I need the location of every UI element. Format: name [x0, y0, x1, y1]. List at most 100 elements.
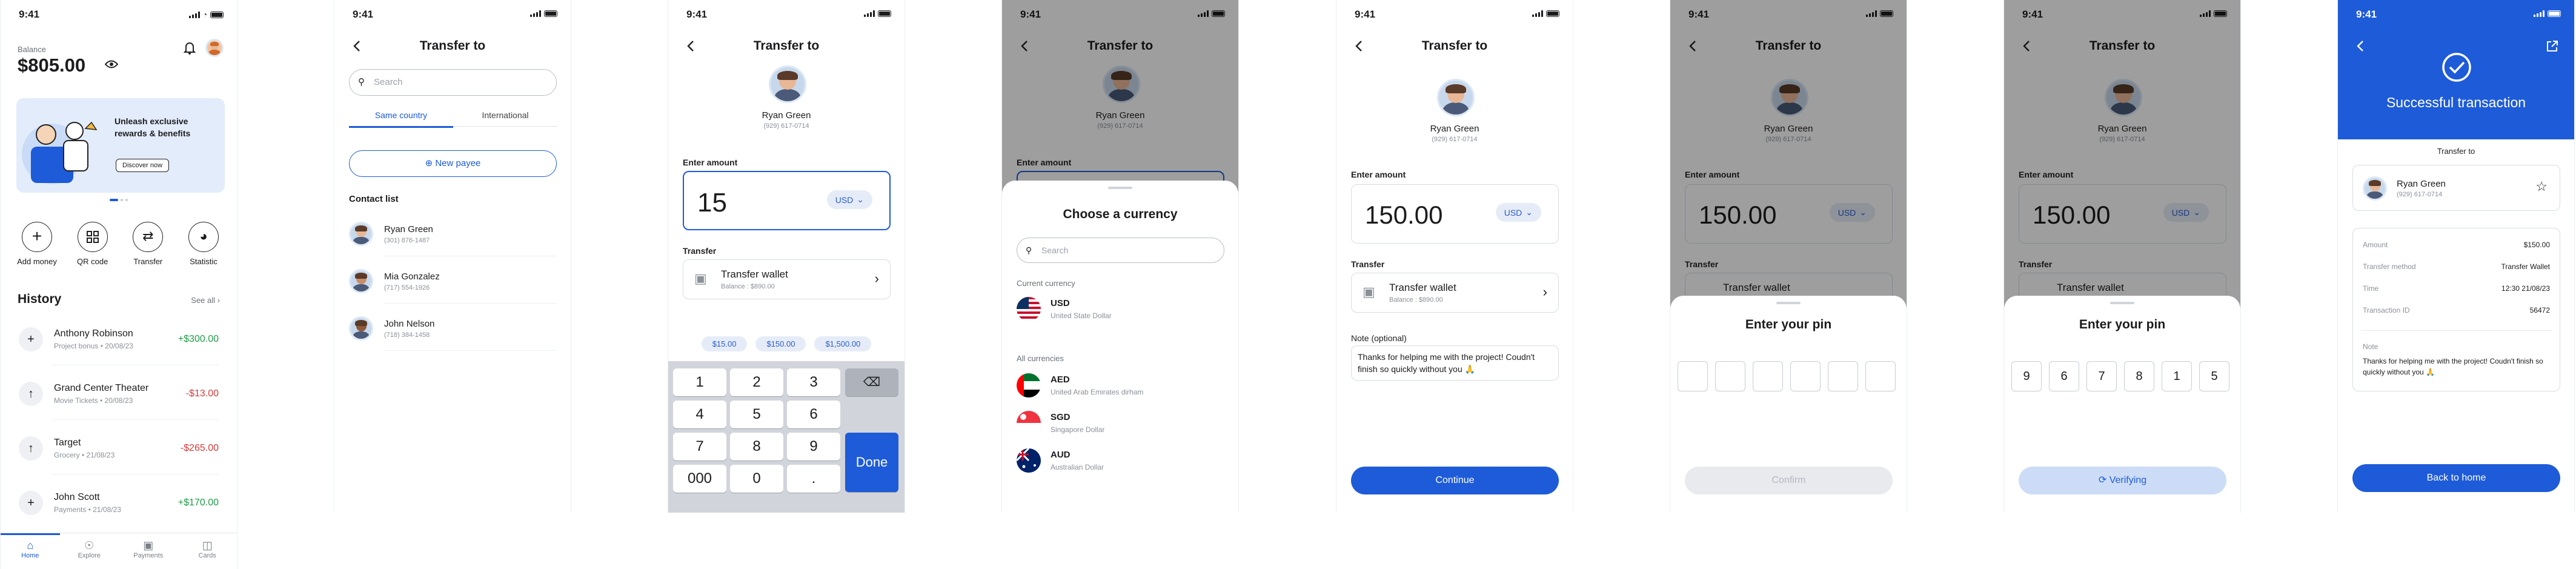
payee-avatar — [769, 65, 806, 103]
star-icon[interactable]: ☆ — [2535, 179, 2548, 195]
pin-box-5[interactable] — [1828, 361, 1858, 391]
keypad-key[interactable]: 6 — [787, 401, 840, 428]
tab-payments[interactable]: ▣ Payments — [119, 533, 178, 569]
header: Transfer to — [334, 35, 571, 57]
history-title: History — [18, 292, 62, 306]
keypad-key[interactable]: 7 — [673, 433, 726, 461]
promo-banner[interactable]: Unleash exclusive rewards & benefits Disc… — [16, 98, 225, 193]
tab-same-country[interactable]: Same country — [349, 110, 453, 128]
share-icon[interactable] — [2545, 39, 2560, 53]
currency-search-input[interactable]: ⚲ Search — [1017, 238, 1224, 263]
pin-box-1[interactable] — [1678, 361, 1708, 391]
search-input[interactable]: ⚲ Search — [349, 69, 557, 96]
keypad-key[interactable]: 9 — [787, 433, 840, 461]
payee-name: Ryan Green — [1430, 124, 1479, 134]
keypad-key[interactable]: 3 — [787, 368, 840, 396]
pin-box-3[interactable] — [1753, 361, 1783, 391]
currency-item[interactable]: SGD Singapore Dollar — [1017, 408, 1224, 436]
enter-amount-label: Enter amount — [1351, 170, 1406, 179]
back-arrow-icon[interactable] — [2354, 39, 2368, 53]
continue-button[interactable]: Continue — [1351, 467, 1559, 494]
keypad-key[interactable]: 8 — [730, 433, 783, 461]
currency-item[interactable]: AUD Australian Dollar — [1017, 446, 1224, 474]
keypad-key[interactable]: 2 — [730, 368, 783, 396]
back-arrow-icon[interactable] — [684, 39, 699, 53]
tab-explore[interactable]: ☉ Explore — [60, 533, 119, 569]
pin-box-4[interactable]: 8 — [2124, 361, 2154, 391]
history-row[interactable]: + John Scott Payments • 21/08/23 +$170.00 — [19, 485, 219, 521]
card-icon: ◫ — [202, 539, 213, 551]
sheet-grip[interactable] — [1108, 187, 1132, 189]
transfer-label: Transfer — [683, 246, 717, 256]
pin-box-2[interactable]: 6 — [2049, 361, 2079, 391]
pin-box-2[interactable] — [1715, 361, 1745, 391]
pin-box-6[interactable] — [1865, 361, 1896, 391]
history-row[interactable]: ↑ Grand Center Theater Movie Tickets • 20/… — [19, 376, 219, 412]
history-divider — [53, 419, 219, 420]
keypad-key[interactable]: 5 — [730, 401, 783, 428]
transfer-wallet-selector[interactable]: ▣ Transfer wallet Balance : $890.00 › — [1351, 273, 1559, 313]
tab-cards[interactable]: ◫ Cards — [178, 533, 237, 569]
quick-amount-chip[interactable]: $15.00 — [701, 336, 748, 351]
transfer-action[interactable]: ⇄ Transfer — [124, 222, 172, 266]
contact-divider — [384, 350, 556, 351]
history-name: John Scott — [54, 492, 100, 502]
back-to-home-button[interactable]: Back to home — [2352, 464, 2560, 492]
transfer-wallet-selector[interactable]: ▣ Transfer wallet Balance : $890.00 › — [683, 259, 891, 299]
eye-icon[interactable] — [105, 59, 118, 69]
amount-field[interactable]: 150.00 USD ⌄ — [1351, 184, 1559, 244]
pin-box-1[interactable]: 9 — [2011, 361, 2042, 391]
note-textarea[interactable]: Thanks for helping me with the project! … — [1351, 345, 1559, 381]
confirm-button-disabled[interactable]: Confirm — [1685, 467, 1893, 494]
status-bar: 9:41 — [334, 0, 571, 29]
pin-box-3[interactable]: 7 — [2086, 361, 2117, 391]
add-money-action[interactable]: + Add money — [13, 222, 61, 266]
quick-amount-chip[interactable]: $150.00 — [755, 336, 806, 351]
bell-icon[interactable] — [184, 41, 196, 55]
history-row[interactable]: + Anthony Robinson Project bonus • 20/08/2… — [19, 321, 219, 358]
quick-amount-chip[interactable]: $1,500.00 — [814, 336, 872, 351]
history-row[interactable]: ↑ Target Grocery • 21/08/23 -$265.00 — [19, 430, 219, 467]
contact-row[interactable]: John Nelson (718) 384-1458 — [349, 311, 556, 345]
keypad-key[interactable]: 1 — [673, 368, 726, 396]
see-all-link[interactable]: See all › — [191, 296, 220, 305]
currency-item-usd[interactable]: USD United State Dollar — [1017, 294, 1224, 322]
history-amount: -$13.00 — [185, 388, 219, 399]
pie-chart-icon: ◕ — [188, 222, 219, 252]
pin-box-6[interactable]: 5 — [2199, 361, 2229, 391]
contact-row[interactable]: Mia Gonzalez (717) 554-1926 — [349, 264, 556, 298]
currency-selector[interactable]: USD ⌄ — [826, 190, 872, 209]
promo-title: Unleash exclusive rewards & benefits — [115, 116, 191, 138]
new-payee-button[interactable]: ⊕ New payee — [349, 150, 557, 177]
discover-button[interactable]: Discover now — [116, 159, 170, 172]
qr-code-action[interactable]: QR code — [68, 222, 117, 266]
currency-item[interactable]: AED United Arab Emirates dirham — [1017, 371, 1224, 399]
chevron-right-icon: › — [1542, 284, 1547, 299]
keypad-key[interactable]: 000 — [673, 465, 726, 493]
contact-row[interactable]: Ryan Green (301) 876-1487 — [349, 217, 556, 251]
tab-home[interactable]: ⌂ Home — [1, 533, 60, 569]
back-arrow-icon[interactable] — [350, 39, 365, 53]
contact-name: Mia Gonzalez — [384, 271, 440, 282]
pin-box-4[interactable] — [1790, 361, 1821, 391]
backspace-key[interactable]: ⌫ — [845, 368, 898, 396]
wifi-icon: ◔ — [202, 10, 207, 19]
statistic-action[interactable]: ◕ Statistic — [179, 222, 228, 266]
keypad-key[interactable]: . — [787, 465, 840, 493]
verifying-button[interactable]: ⟳ Verifying — [2019, 467, 2226, 494]
profile-avatar[interactable] — [205, 39, 224, 57]
sheet-grip[interactable] — [2110, 302, 2134, 304]
enter-amount-label: Enter amount — [683, 158, 738, 167]
amount-field[interactable]: 15 USD ⌄ — [683, 171, 891, 230]
tab-international[interactable]: International — [453, 110, 557, 127]
numeric-keypad: 1 2 3 4 5 6 7 8 9 000 0. ⌫ Done — [668, 361, 905, 513]
done-key[interactable]: Done — [845, 433, 898, 492]
currency-selector[interactable]: USD ⌄ — [1495, 203, 1541, 222]
back-arrow-icon[interactable] — [1352, 39, 1367, 53]
header: Transfer to — [1336, 35, 1573, 57]
pin-box-5[interactable]: 1 — [2162, 361, 2192, 391]
keypad-key[interactable]: 0 — [730, 465, 783, 493]
sheet-grip[interactable] — [1776, 302, 1801, 304]
keypad-key[interactable]: 4 — [673, 401, 726, 428]
payee-phone: (929) 617-0714 — [763, 122, 809, 130]
